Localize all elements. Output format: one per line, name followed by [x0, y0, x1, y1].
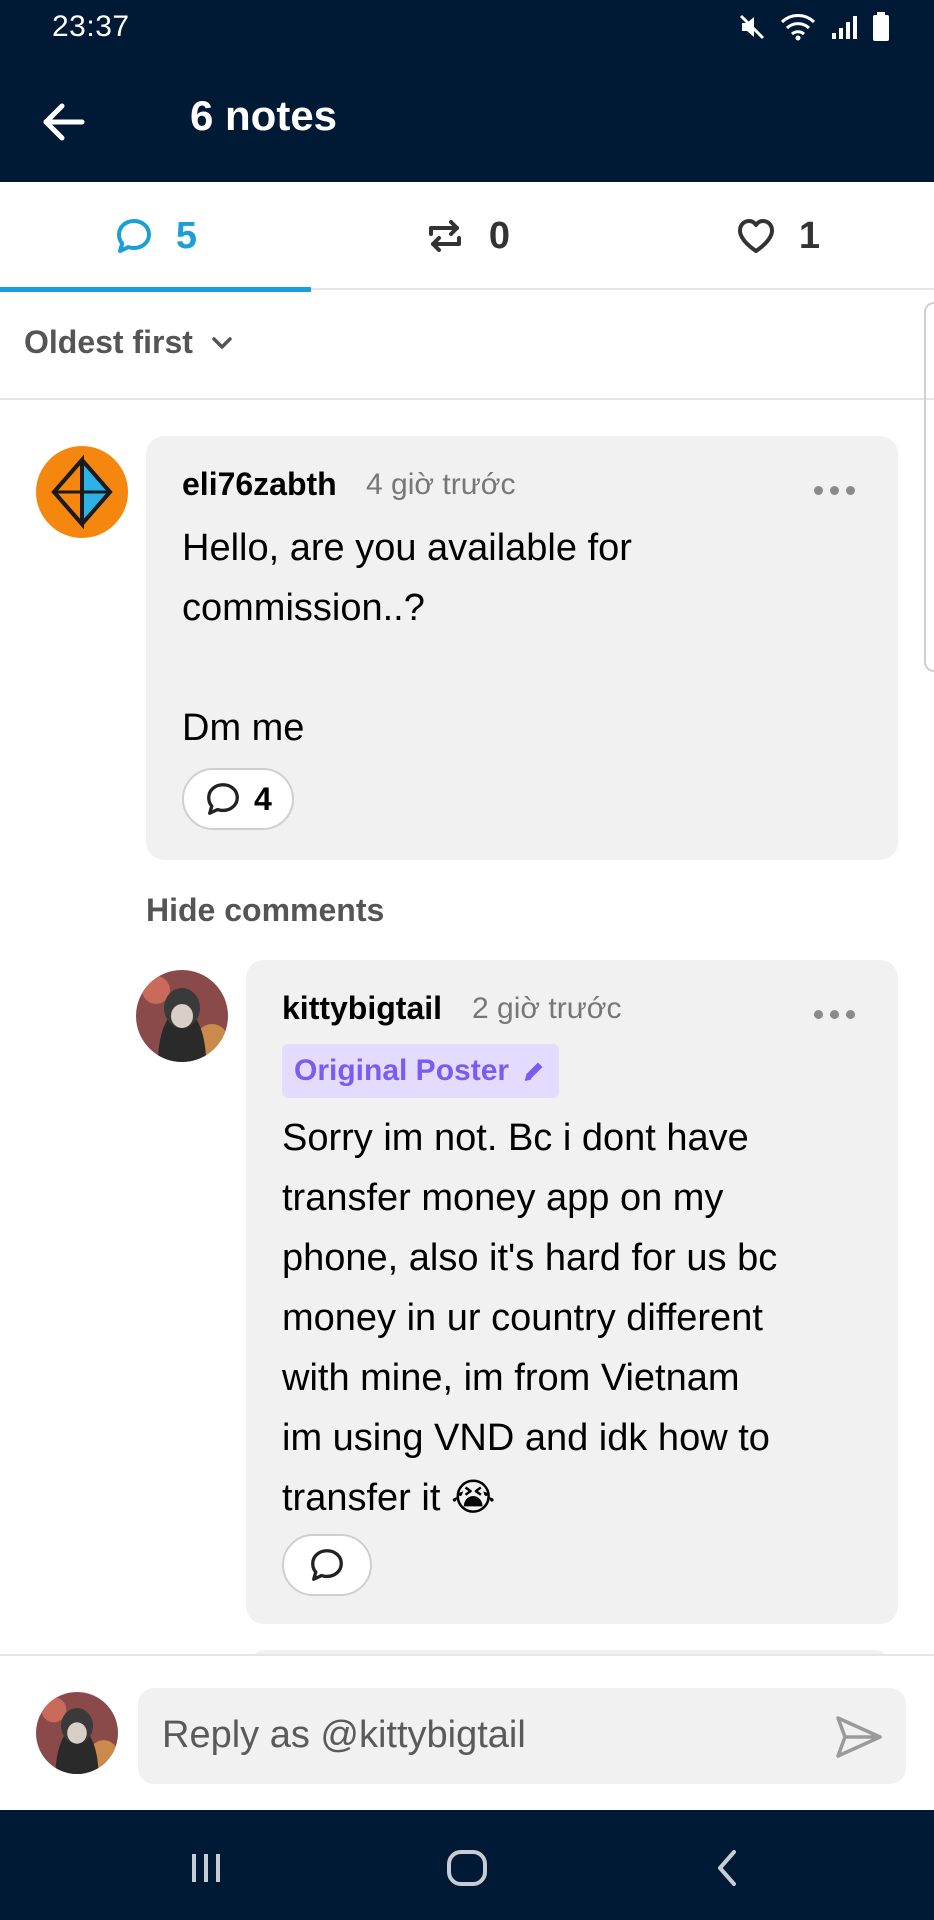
- comment-icon: [311, 1549, 343, 1581]
- comment-body: Hello, are you available for commission.…: [182, 527, 632, 749]
- edge-panel-handle[interactable]: [924, 302, 934, 672]
- sort-row: Oldest first: [0, 292, 934, 400]
- more-options-icon[interactable]: [814, 486, 858, 500]
- mute-icon: [739, 14, 765, 40]
- original-poster-badge: Original Poster: [282, 1044, 560, 1098]
- reply-button[interactable]: [282, 1534, 372, 1596]
- comment-card: eli76zabth 4 giờ trước Hello, are you av…: [146, 436, 898, 860]
- tab-comments-count: 5: [175, 214, 198, 257]
- comment-icon: [116, 219, 151, 253]
- status-bar: 23:37: [0, 0, 934, 54]
- battery-icon: [873, 12, 889, 41]
- avatar-kittybigtail[interactable]: [136, 970, 228, 1062]
- avatar-image: [136, 970, 228, 1062]
- reply-compose-bar: Reply as @kittybigtail: [0, 1654, 934, 1810]
- reply-time: 2 giờ trước: [472, 992, 622, 1025]
- back-arrow-icon[interactable]: [36, 94, 92, 150]
- signal-icon: [832, 16, 857, 39]
- back-icon[interactable]: [704, 1844, 752, 1892]
- tab-reblogs-count: 0: [488, 214, 511, 257]
- tab-comments[interactable]: 5: [0, 182, 311, 292]
- sort-dropdown[interactable]: Oldest first: [24, 324, 235, 361]
- heart-icon: [737, 219, 774, 253]
- tab-likes[interactable]: 1: [622, 182, 933, 290]
- reply-author[interactable]: kittybigtail: [282, 990, 442, 1027]
- tab-likes-count: 1: [798, 214, 821, 257]
- page-title: 6 notes: [190, 92, 338, 139]
- system-nav-bar: [0, 1810, 934, 1920]
- hide-comments-link[interactable]: Hide comments: [146, 892, 384, 929]
- avatar-diamond-icon: [51, 454, 113, 530]
- sort-label: Oldest first: [24, 324, 193, 360]
- notes-tabs: 5 0 1: [0, 182, 934, 292]
- app-bar: 6 notes: [0, 54, 934, 182]
- reply-count: 4: [254, 780, 272, 817]
- reply-body: Sorry im not. Bc i dont have transfer mo…: [282, 1117, 778, 1519]
- comment-time: 4 giờ trước: [366, 468, 516, 501]
- avatar-eli76zabth[interactable]: [36, 446, 128, 538]
- wifi-icon: [780, 14, 816, 41]
- avatar-image: [36, 1692, 118, 1774]
- send-icon[interactable]: [832, 1710, 886, 1764]
- replies-button[interactable]: 4: [182, 768, 294, 830]
- current-user-avatar: [36, 1692, 118, 1774]
- status-time: 23:37: [52, 10, 130, 43]
- more-options-icon[interactable]: [814, 1010, 858, 1024]
- badge-label: Original Poster: [294, 1054, 510, 1087]
- reply-input[interactable]: Reply as @kittybigtail: [138, 1688, 906, 1784]
- tab-reblogs[interactable]: 0: [311, 182, 622, 290]
- comment-icon: [207, 783, 239, 815]
- home-icon[interactable]: [443, 1844, 491, 1892]
- recent-apps-icon[interactable]: [182, 1844, 230, 1892]
- status-icons: [738, 12, 890, 42]
- chevron-down-icon: [212, 336, 232, 349]
- comment-author[interactable]: eli76zabth: [182, 466, 337, 503]
- reblog-icon: [428, 220, 461, 252]
- reply-placeholder: Reply as @kittybigtail: [162, 1714, 526, 1756]
- pencil-icon: [524, 1062, 543, 1081]
